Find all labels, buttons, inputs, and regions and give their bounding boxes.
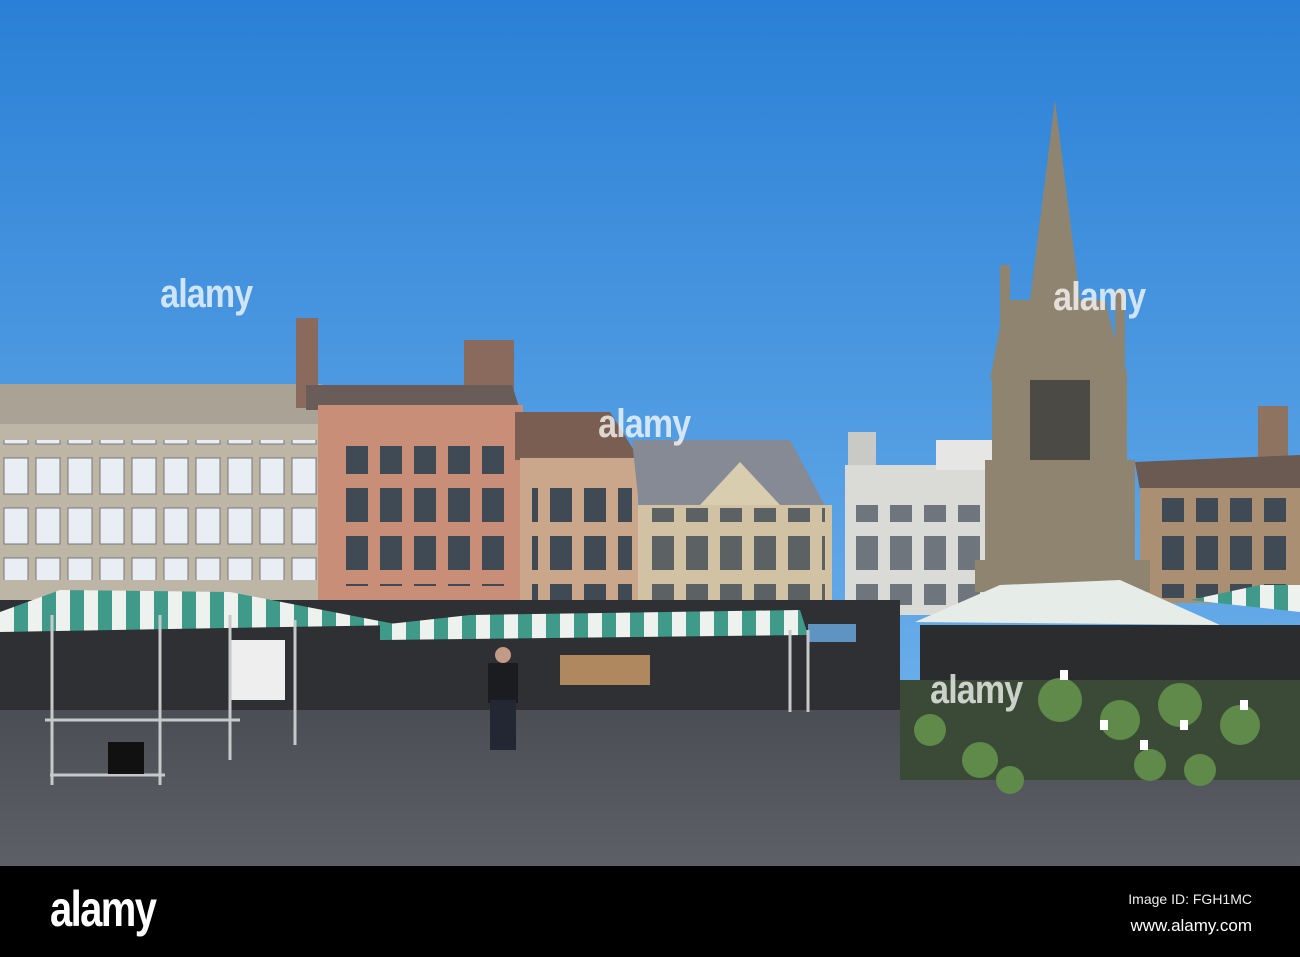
image-id: Image ID: FGH1MC bbox=[1128, 891, 1252, 907]
alamy-logo: alamy bbox=[50, 881, 157, 937]
stock-photo: alamy alamy alamy alamy alamy Image ID: … bbox=[0, 0, 1300, 957]
watermark: alamy bbox=[160, 272, 253, 316]
office-building bbox=[0, 384, 322, 606]
footer-bar: alamy Image ID: FGH1MC www.alamy.com bbox=[0, 866, 1300, 957]
watermark: alamy bbox=[598, 402, 691, 446]
watermark: alamy bbox=[930, 668, 1023, 712]
sandstone-building bbox=[632, 440, 832, 623]
website-url: www.alamy.com bbox=[1130, 916, 1252, 935]
watermark: alamy bbox=[1053, 275, 1146, 319]
